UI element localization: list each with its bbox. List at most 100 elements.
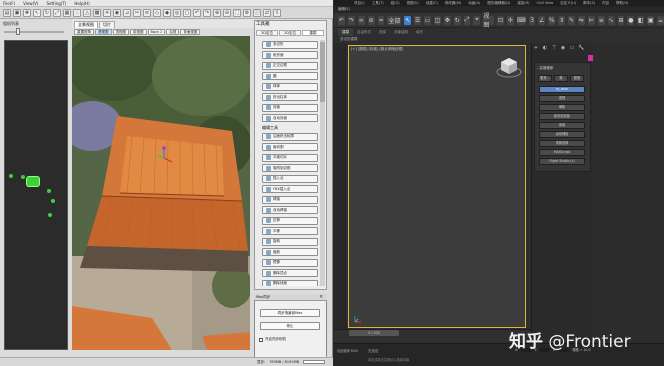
hierarchy-tab-icon[interactable]: ⊤ <box>551 45 557 51</box>
zoom-icon[interactable]: ⊕ <box>213 8 221 17</box>
perspective-viewport[interactable] <box>348 45 526 328</box>
display-tab-icon[interactable]: ▭ <box>569 45 575 51</box>
schematic-view-icon[interactable]: ⊞ <box>617 15 625 25</box>
sync-scene-to-max-button[interactable]: 同步场景到Max <box>260 309 320 317</box>
right-edit-menu[interactable]: 编辑(E) <box>334 6 664 13</box>
viewcube-icon[interactable] <box>496 56 522 78</box>
create-tab-icon[interactable]: + <box>533 45 539 51</box>
align-icon[interactable]: ⊨ <box>587 15 595 25</box>
tab-populate[interactable]: 填充 <box>412 28 427 36</box>
camera-marker[interactable] <box>47 189 51 193</box>
tool-button[interactable]: 镜像 <box>262 258 318 267</box>
utility-button[interactable]: Flight Studio (c) <box>539 158 585 165</box>
utility-button[interactable]: MAXScript <box>539 149 585 156</box>
tool-button[interactable]: 挤出柱体 <box>262 93 318 102</box>
tool-button[interactable]: 多边形 <box>262 40 318 49</box>
maxscript-listener-label[interactable]: 欢迎使用 MAX <box>337 348 365 353</box>
move-icon[interactable]: ✥ <box>443 15 451 25</box>
utility-button[interactable]: sc_max <box>539 86 585 93</box>
select-manipulate-icon[interactable]: ✢ <box>506 15 514 25</box>
link-icon[interactable]: ∞ <box>357 15 365 25</box>
camera-cluster-icon[interactable] <box>27 177 39 186</box>
front-view-button[interactable]: 前视图 <box>130 29 147 35</box>
named-selection-icon[interactable]: ✎ <box>568 15 575 25</box>
selection-filter-dropdown[interactable]: 全部 <box>387 15 402 25</box>
tool-button[interactable]: 自动封面 <box>262 114 318 123</box>
reset-view-button[interactable]: 重置视角 <box>74 29 94 35</box>
mirror-icon[interactable]: ⇋ <box>577 15 585 25</box>
viewport-label[interactable]: [+] [透视] [标准] [默认明暗处理] <box>351 47 403 52</box>
reference-coordinate-dropdown[interactable]: 视图 <box>483 13 495 29</box>
lock-icon[interactable]: ▢ <box>183 8 191 17</box>
solid-icon[interactable]: ◆ <box>163 8 171 17</box>
select-by-name-icon[interactable]: ☰ <box>414 15 422 25</box>
window-crossing-icon[interactable]: ◫ <box>433 15 441 25</box>
more-button[interactable]: 更多... <box>538 75 552 82</box>
toolbox-scrollbar-thumb[interactable] <box>320 42 325 102</box>
rect-selection-icon[interactable]: ▭ <box>424 15 431 25</box>
render-frame-icon[interactable]: ▣ <box>647 15 655 25</box>
utility-button[interactable]: 塌陷 <box>539 104 585 111</box>
polygon-modeling-label[interactable]: 多边形建模 <box>334 36 534 43</box>
open-icon[interactable]: ▤ <box>3 8 11 17</box>
utility-button[interactable]: 运动捕捉 <box>539 131 585 138</box>
select-icon[interactable]: ↖ <box>33 8 41 17</box>
tool-button[interactable]: 沿面挤出轮廓 <box>262 132 318 141</box>
utilities-tab-icon[interactable]: 🔧 <box>578 45 584 51</box>
menu-file[interactable]: File(F) <box>3 1 15 6</box>
tool-button[interactable]: 球体 <box>262 82 318 91</box>
tool-button[interactable]: FBX插入点 <box>262 185 318 194</box>
tab-slice[interactable]: 切片 <box>99 21 115 28</box>
tool-button[interactable]: 旋转 <box>262 237 318 246</box>
top-view-button[interactable]: 顶视图 <box>112 29 129 35</box>
tab-3d-locate[interactable]: 3D定位 <box>256 30 278 36</box>
light-icon[interactable]: ☀ <box>103 8 111 17</box>
tool-button[interactable]: 自动焊接 <box>262 206 318 215</box>
measure-icon[interactable]: ⊿ <box>123 8 131 17</box>
tab-modeling[interactable]: 建模 <box>302 30 324 36</box>
settings-icon[interactable]: ⚙ <box>243 8 251 17</box>
tab-freeform[interactable]: 自由形式 <box>353 28 375 36</box>
close-icon[interactable]: × <box>319 294 323 300</box>
utility-button[interactable]: 测量 <box>539 122 585 129</box>
modify-tab-icon[interactable]: ◐ <box>542 45 548 51</box>
render-icon[interactable]: ☕ <box>657 15 664 25</box>
tool-button[interactable]: 插入点 <box>262 174 318 183</box>
utilities-rollout-title[interactable]: - 实用程序 <box>537 66 553 71</box>
checkbox-icon[interactable] <box>259 337 263 342</box>
fit-icon[interactable]: ⛶ <box>233 8 241 17</box>
camera-marker[interactable] <box>21 175 25 179</box>
tool-button[interactable]: 平面切片 <box>262 153 318 162</box>
tool-button[interactable]: 吸附到边框 <box>262 164 318 173</box>
camera-marker[interactable] <box>48 213 52 217</box>
keyboard-shortcut-icon[interactable]: ⌨ <box>516 15 526 25</box>
move-icon[interactable]: ✥ <box>23 8 31 17</box>
render-setup-icon[interactable]: ◧ <box>637 15 645 25</box>
object-color-swatch[interactable] <box>588 55 593 61</box>
sets-button[interactable]: 集 <box>554 75 568 82</box>
tool-button[interactable]: 删除线面 <box>262 279 318 286</box>
angle-snap-icon[interactable]: ∠ <box>538 15 546 25</box>
pivot-icon[interactable]: ⊡ <box>497 15 504 25</box>
tool-button[interactable]: 圆 <box>262 72 318 81</box>
camera-size-slider-track[interactable] <box>4 31 64 33</box>
save-icon[interactable]: ▣ <box>13 8 21 17</box>
tool-button[interactable]: 拉伸 <box>262 216 318 225</box>
configure-button[interactable]: 配置 <box>570 75 584 82</box>
percent-snap-icon[interactable]: % <box>548 15 556 25</box>
cut-icon[interactable]: ✂ <box>133 8 141 17</box>
rotate-icon[interactable]: ↻ <box>43 8 51 17</box>
undo-icon[interactable]: ↶ <box>338 15 345 25</box>
aerial-photo-viewport[interactable] <box>72 36 250 350</box>
utility-button[interactable]: 透视 <box>539 95 585 102</box>
export-icon[interactable]: ⇪ <box>273 8 281 17</box>
tool-button[interactable]: 矩形面 <box>262 51 318 60</box>
scale-icon[interactable]: ⤢ <box>53 8 61 17</box>
snap-icon[interactable]: 3 <box>528 15 536 25</box>
texture-icon[interactable]: ▩ <box>93 8 101 17</box>
bind-space-warp-icon[interactable]: ≈ <box>377 15 385 25</box>
time-slider[interactable]: 0 / 100 <box>349 330 399 336</box>
eye-icon[interactable]: ◎ <box>173 8 181 17</box>
rotate-icon[interactable]: ↻ <box>453 15 461 25</box>
camera-marker[interactable] <box>9 174 13 178</box>
